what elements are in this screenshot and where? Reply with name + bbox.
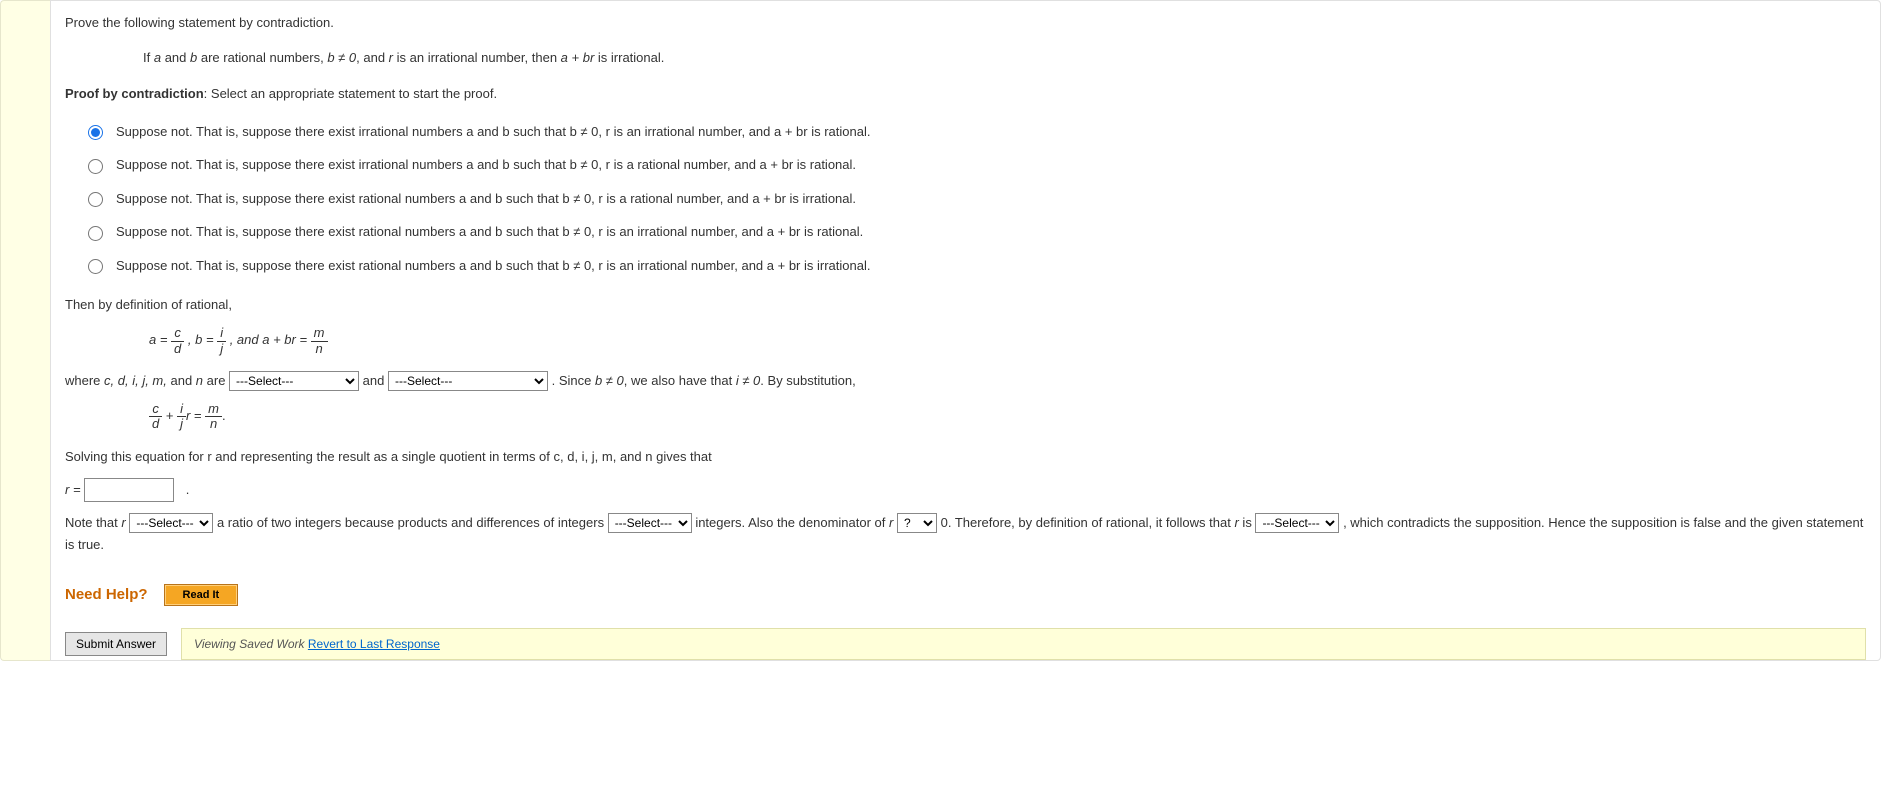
text: a = — [149, 333, 171, 348]
text: are — [203, 373, 229, 388]
select-integers-2[interactable]: ---Select--- — [388, 371, 548, 391]
radio-2[interactable] — [88, 159, 103, 174]
r-equals-row: r = . — [65, 478, 1866, 502]
text: a ratio of two integers because products… — [217, 515, 608, 530]
text: , b = — [188, 333, 217, 348]
then-by-definition: Then by definition of rational, — [65, 294, 1866, 316]
option-4[interactable]: Suppose not. That is, suppose there exis… — [83, 215, 1866, 249]
frac-i-j-2: ij — [177, 402, 186, 432]
where-line: where c, d, i, j, m, and n are ---Select… — [65, 370, 1866, 392]
radio-4[interactable] — [88, 226, 103, 241]
text: Note that — [65, 515, 121, 530]
expr-a-plus-br: a + br — [561, 50, 595, 65]
numer: c — [149, 402, 162, 417]
text: and — [161, 50, 190, 65]
r-answer-input[interactable] — [84, 478, 174, 502]
theorem-statement: If a and b are rational numbers, b ≠ 0, … — [143, 48, 1866, 69]
frac-i-j: ij — [217, 326, 226, 356]
text: . By substitution, — [760, 373, 855, 388]
var-n: n — [196, 373, 203, 388]
dot: . — [222, 408, 226, 423]
i-neq-0: i ≠ 0 — [736, 373, 760, 388]
read-it-button[interactable]: Read It — [164, 584, 239, 606]
instruction-text: Prove the following statement by contrad… — [65, 13, 1866, 34]
denom: d — [149, 417, 162, 431]
proof-start-line: Proof by contradiction: Select an approp… — [65, 83, 1866, 105]
option-1[interactable]: Suppose not. That is, suppose there exis… — [83, 115, 1866, 149]
footer-row: Submit Answer Viewing Saved Work Revert … — [65, 628, 1866, 660]
text: where — [65, 373, 104, 388]
var-r: r — [889, 515, 893, 530]
numer: m — [311, 326, 328, 341]
numer: i — [177, 402, 186, 417]
option-5[interactable]: Suppose not. That is, suppose there exis… — [83, 249, 1866, 283]
text: , and — [356, 50, 389, 65]
text: If — [143, 50, 154, 65]
question-gutter — [0, 0, 50, 661]
need-help-label: Need Help? — [65, 586, 148, 603]
option-2[interactable]: Suppose not. That is, suppose there exis… — [83, 148, 1866, 182]
revert-link[interactable]: Revert to Last Response — [308, 637, 440, 651]
denom: j — [217, 342, 226, 356]
radio-3[interactable] — [88, 192, 103, 207]
text: and — [167, 373, 196, 388]
option-3-label: Suppose not. That is, suppose there exis… — [116, 189, 856, 209]
frac-c-d-2: cd — [149, 402, 162, 432]
denom: j — [177, 417, 186, 431]
text: are rational numbers, — [197, 50, 327, 65]
var-list: c, d, i, j, m, — [104, 373, 167, 388]
plus: + — [166, 408, 177, 423]
radio-options: Suppose not. That is, suppose there exis… — [83, 115, 1866, 283]
b-neq-0: b ≠ 0 — [595, 373, 624, 388]
text: and — [363, 373, 388, 388]
denom: d — [171, 342, 184, 356]
option-5-label: Suppose not. That is, suppose there exis… — [116, 256, 870, 276]
denom: n — [205, 417, 222, 431]
option-4-label: Suppose not. That is, suppose there exis… — [116, 222, 863, 242]
text: . Since — [552, 373, 595, 388]
saved-work-text: Viewing Saved Work — [194, 637, 308, 651]
substitution-equation: cd + ijr = mn. — [149, 402, 1866, 432]
text: , we also have that — [624, 373, 736, 388]
text: . — [186, 482, 190, 497]
saved-work-bar: Viewing Saved Work Revert to Last Respon… — [181, 628, 1866, 660]
numer: m — [205, 402, 222, 417]
var-a: a — [154, 50, 161, 65]
b-neq-0: b ≠ 0 — [327, 50, 356, 65]
option-1-label: Suppose not. That is, suppose there exis… — [116, 122, 870, 142]
solving-text: Solving this equation for r and represen… — [65, 446, 1866, 468]
submit-answer-button[interactable]: Submit Answer — [65, 632, 167, 656]
select-is-ratio[interactable]: ---Select--- — [129, 513, 213, 533]
text: : Select an appropriate statement to sta… — [204, 86, 497, 101]
text: integers. Also the denominator of — [695, 515, 889, 530]
question-panel: Prove the following statement by contrad… — [50, 0, 1881, 661]
select-rational-irrational[interactable]: ---Select--- — [1255, 513, 1339, 533]
numer: c — [171, 326, 184, 341]
r-eq-label: r = — [65, 482, 84, 497]
text: , and a + br = — [230, 333, 311, 348]
note-paragraph: Note that r ---Select--- a ratio of two … — [65, 512, 1866, 556]
numer: i — [217, 326, 226, 341]
select-are-integers[interactable]: ---Select--- — [608, 513, 692, 533]
select-integers-1[interactable]: ---Select--- — [229, 371, 359, 391]
proof-by-contradiction-label: Proof by contradiction — [65, 86, 204, 101]
definitions-equation: a = cd , b = ij , and a + br = mn — [149, 326, 1866, 356]
option-2-label: Suppose not. That is, suppose there exis… — [116, 155, 856, 175]
radio-1[interactable] — [88, 125, 103, 140]
var-r: r — [186, 408, 190, 423]
equals: = — [194, 408, 205, 423]
option-3[interactable]: Suppose not. That is, suppose there exis… — [83, 182, 1866, 216]
frac-m-n-2: mn — [205, 402, 222, 432]
text: is irrational. — [594, 50, 664, 65]
radio-5[interactable] — [88, 259, 103, 274]
denom: n — [311, 342, 328, 356]
frac-c-d: cd — [171, 326, 184, 356]
text: is — [1239, 515, 1256, 530]
select-denominator-relation[interactable]: ? — [897, 513, 937, 533]
text: 0. Therefore, by definition of rational,… — [941, 515, 1235, 530]
var-r: r — [121, 515, 125, 530]
need-help-row: Need Help? Read It — [65, 574, 1866, 616]
text: is an irrational number, then — [393, 50, 561, 65]
frac-m-n: mn — [311, 326, 328, 356]
